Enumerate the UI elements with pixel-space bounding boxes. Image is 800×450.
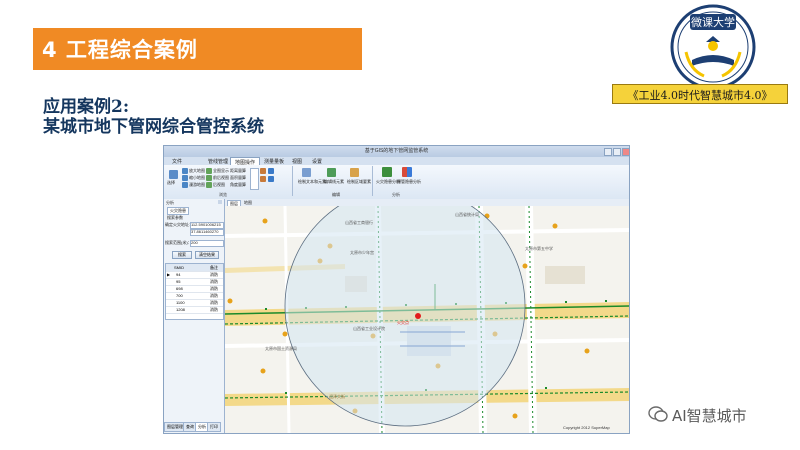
minimize-button[interactable] (604, 148, 612, 156)
table-row[interactable]: 1208 消防 (166, 306, 223, 314)
zoom-in-button[interactable]: 放大地图 (189, 168, 205, 174)
map-label: 山西省工业设计院 (353, 326, 385, 331)
tab-fire-hazard[interactable]: 火灾隐患 (167, 207, 189, 215)
draw-area-icon[interactable] (350, 168, 359, 177)
map-label: 太原市少年宫 (350, 250, 374, 255)
ribbon-divider (292, 166, 293, 196)
tab-print[interactable]: 打印 (207, 422, 221, 432)
radius-value: 200 (191, 240, 198, 245)
y-coordinate-value: 37.8611460270 (191, 229, 219, 234)
map-label: 太原市第五中学 (525, 246, 553, 251)
search-params-label: 搜索参数 (167, 215, 183, 220)
row-id: 1100 (176, 300, 185, 305)
distance-measure-button[interactable]: 距离量算 (230, 168, 246, 174)
ribbon-divider (372, 166, 373, 196)
fire-analysis-icon[interactable] (382, 167, 392, 177)
draw-area-button[interactable]: 绘制区域要素 (347, 179, 371, 185)
app-title: 基于GIS的地下管网监管系统 (364, 148, 429, 154)
burst-analysis-icon[interactable] (402, 167, 412, 177)
panel-header: 分析 (166, 200, 174, 205)
zoom-out-icon[interactable] (182, 175, 188, 181)
building-block (545, 266, 585, 284)
x-coordinate-value: 112.5901006215 (191, 222, 221, 227)
svg-text:微课大学: 微课大学 (691, 15, 735, 29)
fire-point-marker[interactable] (415, 313, 421, 319)
group-browse-label: 浏览 (219, 192, 227, 197)
clear-results-button[interactable]: 清空结果 (195, 251, 219, 259)
select-icon[interactable] (169, 170, 178, 179)
search-button[interactable]: 搜索 (172, 251, 192, 259)
previous-view-button[interactable]: 前后视图 (213, 175, 229, 181)
case-title: 某城市地下管网综合管控系统 (43, 117, 264, 137)
pan-button[interactable]: 漫游地图 (189, 182, 205, 188)
draw-line-icon[interactable] (327, 168, 336, 177)
pan-icon[interactable] (182, 182, 188, 188)
clear-tool-icon[interactable] (268, 176, 274, 182)
next-view-button[interactable]: 后视图 (213, 182, 225, 188)
zoom-out-button[interactable]: 缩小地图 (189, 175, 205, 181)
app-window: 基于GIS的地下管网监管系统 文件 管线管理 地图操作 测量量板 视图 设置 选… (163, 145, 630, 434)
radius-label: 搜索范围(米)： (165, 240, 192, 245)
draw-text-icon[interactable] (302, 168, 311, 177)
map-label: 太原市国土资源局 (265, 346, 297, 351)
fire-location-label: 确定火灾地址： (165, 222, 193, 227)
panel-close-icon[interactable] (218, 200, 222, 204)
zoom-in-icon[interactable] (182, 168, 188, 174)
close-button[interactable] (622, 148, 629, 156)
row-id: 95 (176, 279, 181, 284)
watermark-text: AI智慧城市 (672, 407, 747, 425)
maximize-button[interactable] (613, 148, 621, 156)
row-id: 700 (176, 293, 183, 298)
group-analysis-label: 分析 (392, 192, 400, 197)
draw-line-button[interactable]: 编辑线元素 (324, 179, 344, 185)
map-canvas[interactable] (225, 206, 629, 433)
full-extent-icon[interactable] (206, 168, 212, 174)
select-button[interactable]: 选择 (167, 180, 175, 186)
book-tag: 《工业4.0时代智慧城市4.0》 (627, 89, 773, 102)
next-view-icon[interactable] (206, 182, 212, 188)
erase-tool-icon[interactable] (260, 176, 266, 182)
map-label: 山西省统计局 (455, 212, 479, 217)
chat-icon (648, 406, 668, 422)
previous-view-icon[interactable] (206, 175, 212, 181)
angle-measure-button[interactable]: 角度量算 (230, 182, 246, 188)
fire-point-label: 火灾点 (397, 320, 409, 325)
row-note: 消防 (210, 307, 218, 312)
snap-tool-icon[interactable] (268, 168, 274, 174)
edit-tool-icon[interactable] (260, 168, 266, 174)
map-view[interactable]: 火灾点 山西省工商银行 山西省统计局 太原市少年宫 山西省工业设计院 太原市第五… (225, 206, 629, 433)
section-title: 4 工程综合案例 (42, 38, 198, 62)
column-smid: SMID (174, 265, 184, 270)
map-tabs (225, 199, 629, 206)
burst-analysis-button[interactable]: 爆管隐患分析 (397, 179, 421, 185)
group-edit-label: 编辑 (332, 192, 340, 197)
draw-text-button[interactable]: 绘制文本和元素 (298, 179, 326, 185)
university-logo: 微课大学 (670, 4, 756, 90)
full-extent-button[interactable]: 全图显示 (213, 168, 229, 174)
map-copyright: Copyright 2012 SuperMap (563, 425, 610, 430)
map-label: 山西省工商银行 (345, 220, 373, 225)
row-id: 1208 (176, 307, 185, 312)
row-id: 698 (176, 286, 183, 291)
measure-unit-select[interactable] (250, 168, 259, 190)
result-table: SMID 备注 ▶ 94 消防 95 消防 698 消防 700 消防 1100… (165, 263, 224, 320)
row-id: 94 (176, 272, 181, 277)
area-measure-button[interactable]: 面积量算 (230, 175, 246, 181)
road-label: 迎泽大街 (329, 394, 345, 399)
